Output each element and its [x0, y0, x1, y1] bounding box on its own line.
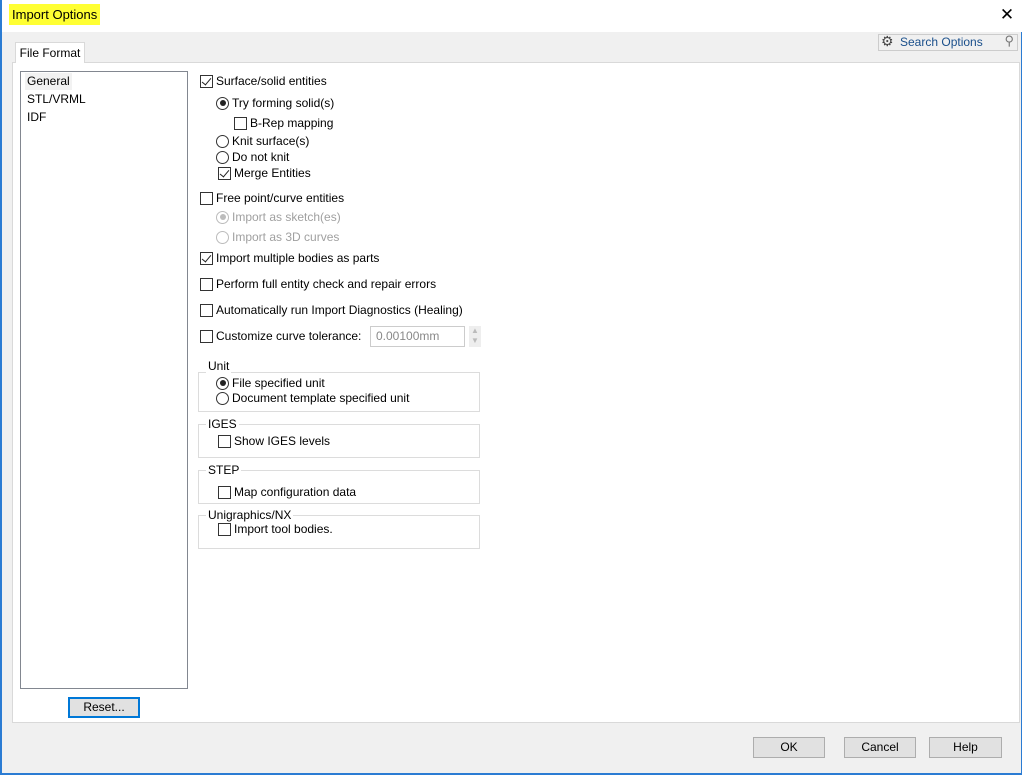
nx-group-title: Unigraphics/NX [206, 508, 294, 522]
checkbox[interactable] [218, 434, 231, 448]
reset-button[interactable]: Reset... [68, 697, 140, 718]
checkbox[interactable] [218, 485, 231, 499]
merge-entities-checkbox[interactable]: Merge Entities [218, 165, 311, 181]
diagnostics-checkbox[interactable]: Automatically run Import Diagnostics (He… [200, 302, 463, 318]
checkbox[interactable] [218, 522, 231, 536]
import-3d-curves-radio: Import as 3D curves [216, 229, 339, 245]
radio[interactable] [216, 96, 229, 110]
checkbox[interactable] [200, 329, 213, 343]
doc-unit-radio[interactable]: Document template specified unit [216, 390, 409, 406]
step-group-title: STEP [206, 463, 242, 477]
label: Import as 3D curves [232, 230, 340, 244]
help-button[interactable]: Help [929, 737, 1002, 758]
checkbox[interactable] [200, 191, 213, 205]
file-unit-radio[interactable]: File specified unit [216, 375, 325, 391]
checkbox[interactable] [234, 116, 247, 130]
radio [216, 230, 229, 244]
cancel-button[interactable]: Cancel [844, 737, 916, 758]
chevron-down-icon[interactable]: ▼ [469, 336, 481, 346]
full-check-checkbox[interactable]: Perform full entity check and repair err… [200, 276, 436, 292]
checkbox[interactable] [218, 166, 231, 180]
label: Do not knit [232, 150, 290, 164]
checkbox[interactable] [200, 303, 213, 317]
chevron-up-icon[interactable]: ▲ [469, 326, 481, 336]
radio[interactable] [216, 376, 229, 390]
brep-mapping-checkbox[interactable]: B-Rep mapping [234, 115, 333, 131]
surface-solid-checkbox[interactable]: Surface/solid entities [200, 73, 327, 89]
label: Customize curve tolerance: [216, 329, 362, 343]
free-point-checkbox[interactable]: Free point/curve entities [200, 190, 344, 206]
tab-file-format[interactable]: File Format [15, 42, 85, 63]
tolerance-spinner[interactable]: ▲ ▼ [469, 326, 481, 347]
tolerance-input[interactable]: 0.00100mm [370, 326, 465, 347]
checkbox[interactable] [200, 277, 213, 291]
do-not-knit-radio[interactable]: Do not knit [216, 149, 289, 165]
label: Import as sketch(es) [232, 210, 341, 224]
knit-radio[interactable]: Knit surface(s) [216, 133, 309, 149]
checkbox[interactable] [200, 251, 213, 265]
label: Document template specified unit [232, 391, 410, 405]
label: Try forming solid(s) [232, 96, 335, 110]
label: Import tool bodies. [234, 522, 333, 536]
gear-icon: ⚙ [881, 33, 894, 49]
ok-button[interactable]: OK [753, 737, 825, 758]
category-list[interactable]: General STL/VRML IDF [20, 71, 188, 689]
unit-group-title: Unit [206, 359, 232, 373]
label: Import multiple bodies as parts [216, 251, 380, 265]
label: Free point/curve entities [216, 191, 345, 205]
search-placeholder: Search Options [900, 35, 983, 49]
close-icon[interactable]: ✕ [994, 4, 1020, 26]
dialog-title: Import Options [9, 4, 101, 25]
radio[interactable] [216, 391, 229, 405]
radio[interactable] [216, 150, 229, 164]
label: B-Rep mapping [250, 116, 334, 130]
magnifier-icon[interactable]: ⚲ [1004, 33, 1014, 48]
list-item-general[interactable]: General [25, 73, 72, 90]
label: Show IGES levels [234, 434, 331, 448]
label: Merge Entities [234, 166, 311, 180]
try-forming-radio[interactable]: Try forming solid(s) [216, 95, 334, 111]
title-bar: Import Options ✕ [2, 0, 1022, 32]
list-item-idf[interactable]: IDF [25, 109, 48, 126]
iges-levels-checkbox[interactable]: Show IGES levels [218, 433, 330, 449]
checkbox[interactable] [200, 74, 213, 88]
list-item-stl-vrml[interactable]: STL/VRML [25, 91, 88, 108]
map-config-checkbox[interactable]: Map configuration data [218, 484, 356, 500]
label: Knit surface(s) [232, 134, 310, 148]
iges-group-title: IGES [206, 417, 239, 431]
label: File specified unit [232, 376, 325, 390]
label: Surface/solid entities [216, 74, 327, 88]
label: Automatically run Import Diagnostics (He… [216, 303, 463, 317]
radio [216, 210, 229, 224]
search-options-input[interactable]: ⚙ Search Options ⚲ [878, 33, 1018, 51]
import-options-dialog: Import Options ✕ ⚙ Search Options ⚲ File… [0, 0, 1022, 775]
curve-tolerance-checkbox[interactable]: Customize curve tolerance: [200, 328, 361, 344]
label: Perform full entity check and repair err… [216, 277, 437, 291]
tool-bodies-checkbox[interactable]: Import tool bodies. [218, 521, 333, 537]
import-sketch-radio: Import as sketch(es) [216, 209, 341, 225]
label: Map configuration data [234, 485, 357, 499]
multiple-bodies-checkbox[interactable]: Import multiple bodies as parts [200, 250, 379, 266]
radio[interactable] [216, 134, 229, 148]
